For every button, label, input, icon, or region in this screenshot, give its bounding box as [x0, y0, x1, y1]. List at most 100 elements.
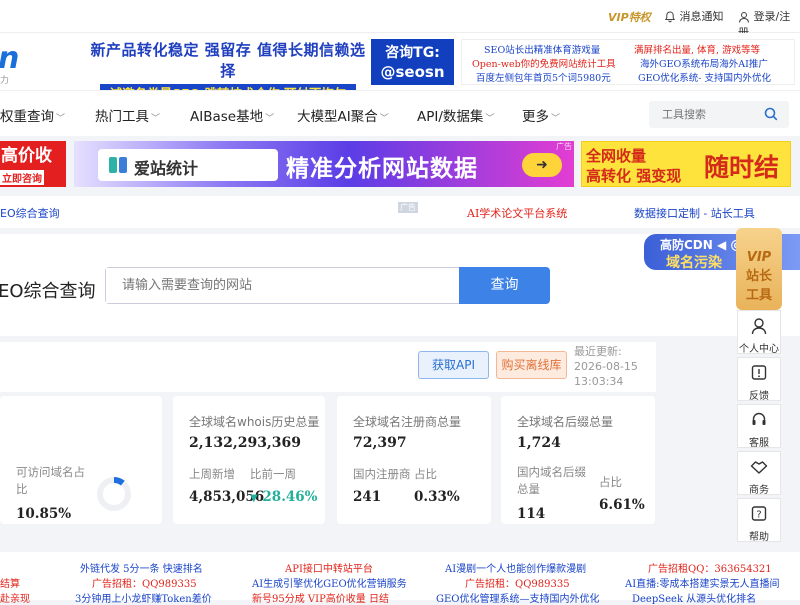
text-ad-link[interactable]: SEO站长出精准体育游戏量: [484, 42, 600, 56]
ad-high-price-buy[interactable]: 高价收 立即咨询: [0, 141, 66, 187]
side-help[interactable]: ? 帮助: [737, 498, 781, 543]
ad-tag: 广告: [556, 142, 572, 151]
stat-card-accessible: 可访问域名占比 10.85%: [0, 396, 162, 524]
text-ad-link[interactable]: DeepSeek 从源头优化排名: [632, 590, 756, 605]
stat-sub1-label: 国内域名后缀总量: [517, 465, 586, 496]
ad-tag: 广告: [398, 202, 418, 213]
data-api-link[interactable]: 数据接口定制 - 站长工具: [634, 205, 755, 221]
search-icon[interactable]: [764, 107, 778, 121]
banner2-line2: @seosn: [380, 63, 445, 81]
header: n 力 新产品转化稳定 强留存 值得长期信赖选择 诚邀各类量SEO 跳转技术合作…: [0, 33, 800, 103]
text-ad-link[interactable]: 外链代发 5分一条 快速排名: [80, 560, 203, 575]
text-ad-link[interactable]: AI生成引擎优化GEO优化营销服务: [252, 575, 407, 590]
text-ad-link[interactable]: 赴亲现: [0, 590, 30, 605]
text-ad-link[interactable]: 海外GEO系统布局海外AI推广: [640, 56, 768, 70]
ad-left-cta: 立即咨询: [0, 170, 44, 185]
quick-link-row: EO综合查询 广告 AI学术论文平台系统 数据接口定制 - 站长工具: [0, 196, 800, 228]
logo-subtitle: 力: [0, 76, 10, 86]
stat-label: 全球域名注册商总量: [353, 415, 462, 429]
banner1-line1: 新产品转化稳定 强留存 值得长期信赖选择: [90, 41, 366, 80]
nav-item-api-data[interactable]: API/数据集 ﹀: [417, 105, 494, 125]
accessible-donut-chart: [97, 477, 131, 511]
ad-right-line2: 高转化 强变现: [586, 167, 682, 185]
ai-paper-link[interactable]: AI学术论文平台系统: [467, 205, 567, 221]
stat-card-whois: 全球域名whois历史总量 2,132,293,369 上周新增 比前一周 4,…: [173, 396, 325, 524]
text-ad-link[interactable]: GEO优化系统- 支持国内外优化: [638, 70, 771, 84]
text-ad-link[interactable]: 新号95分成 VIP高价收量 日结: [252, 590, 389, 605]
text-ad-link[interactable]: 广告招租QQ：363654321: [648, 560, 772, 575]
nav-item-hot-tools[interactable]: 热门工具 ﹀: [95, 105, 160, 125]
nav-item-label: AIBase基地: [190, 109, 264, 125]
help-icon: ?: [751, 506, 767, 521]
text-ad-link[interactable]: 结算: [0, 575, 20, 590]
ad-left-title: 高价收: [1, 146, 52, 166]
ad-banner-row: 高价收 立即咨询 爱站统计 精准分析网站数据 ➜ 广告 全网收量 高转化 强变现…: [0, 138, 800, 192]
side-button-label: 帮助: [749, 532, 769, 543]
side-vip-line1: VIP: [746, 250, 772, 265]
text-ad-link[interactable]: API接口中转站平台: [285, 560, 373, 575]
nav-item-label: 更多: [522, 109, 549, 125]
ad-aizhan-stats[interactable]: 爱站统计 精准分析网站数据 ➜ 广告: [74, 141, 574, 187]
query-button[interactable]: 查询: [459, 267, 550, 304]
side-customer-service[interactable]: 客服: [737, 404, 781, 449]
stat-card-registrar: 全球域名注册商总量 72,397 国内注册商 占比 241 0.33%: [337, 396, 491, 524]
chevron-down-icon: ﹀: [151, 114, 161, 124]
site-logo[interactable]: n: [0, 41, 19, 76]
text-ad-link[interactable]: 广告招租：QQ989335: [465, 575, 570, 590]
text-ad-link[interactable]: 满屏排名出量, 体育, 游戏等等: [634, 42, 760, 56]
aizhan-logo-icon: [109, 157, 127, 173]
get-api-button[interactable]: 获取API: [418, 351, 489, 379]
side-business[interactable]: 商务: [737, 451, 781, 496]
triangle-down-icon: ▼: [250, 493, 258, 504]
vip-privilege-link[interactable]: VIP特权: [608, 9, 651, 25]
donut-track: [97, 477, 131, 511]
text-ad-link[interactable]: 百度左侧包年首页5个词5980元: [476, 70, 611, 84]
seo-query-link[interactable]: EO综合查询: [0, 205, 60, 221]
stat-sub2-value: 6.61%: [599, 497, 645, 513]
banner-tg-contact[interactable]: 咨询TG: @seosn: [371, 39, 454, 85]
side-vip-line2: 站长: [745, 269, 772, 284]
stat-growth: ▼ 28.46%: [250, 489, 318, 505]
text-ad-link[interactable]: Open-web你的免费网站统计工具: [472, 56, 616, 70]
notification-link[interactable]: 消息通知: [664, 8, 724, 24]
vip-webmaster-tools[interactable]: VIP 站长 工具: [736, 228, 782, 310]
side-feedback[interactable]: 反馈: [737, 357, 781, 402]
page-title: EO综合查询: [0, 281, 96, 302]
text-ad-link[interactable]: AI直播:零成本搭建实景无人直播间: [625, 575, 780, 590]
ad-network-traffic[interactable]: 全网收量 高转化 强变现 随时结: [581, 141, 791, 187]
stat-sub1-value: 114: [517, 506, 546, 522]
ad-right-line1: 全网收量: [586, 147, 647, 165]
text-ad-link[interactable]: 3分钟用上小龙虾赚Token差价: [75, 590, 212, 605]
nav-item-llm-ai[interactable]: 大模型AI聚合 ﹀: [297, 105, 389, 125]
stat-sub1-value: 241: [353, 489, 382, 505]
site-query-input[interactable]: [106, 268, 459, 303]
text-ad-link[interactable]: 广告招租：QQ989335: [92, 575, 197, 590]
nav-item-more[interactable]: 更多 ﹀: [522, 105, 560, 125]
nav-item-weight-query[interactable]: 权重查询 ﹀: [0, 105, 65, 125]
bottom-text-ads: 结算 赴亲现 外链代发 5分一条 快速排名 广告招租：QQ989335 3分钟用…: [0, 552, 800, 605]
buy-offline-db-button[interactable]: 购买离线库: [496, 351, 567, 379]
accessible-value: 10.85%: [16, 506, 72, 522]
nav-item-aibase[interactable]: AIBase基地 ﹀: [190, 105, 274, 125]
handshake-icon: [750, 461, 768, 474]
side-vip-line3: 工具: [745, 288, 772, 303]
tool-search-input[interactable]: [649, 101, 759, 128]
tool-search-box: [649, 101, 789, 128]
top-bar: VIP特权 消息通知 登录/注册: [0, 0, 800, 39]
nav-item-label: 权重查询: [0, 109, 54, 125]
updated-time: 13:03:34: [574, 375, 624, 388]
updated-label: 最近更新:: [574, 345, 622, 358]
banner-seo-cooperation[interactable]: 新产品转化稳定 强留存 值得长期信赖选择 诚邀各类量SEO 跳转技术合作 预付不…: [86, 39, 370, 103]
stat-value: 1,724: [517, 435, 561, 451]
last-updated: 最近更新: 2026-08-15 13:03:34: [574, 344, 638, 389]
text-ad-link[interactable]: AI漫剧一个人也能创作爆款漫剧: [445, 560, 586, 575]
side-personal-center[interactable]: 个人中心: [737, 310, 781, 355]
nav-item-label: 热门工具: [95, 109, 149, 125]
ad-mid-pill-text: 爱站统计: [134, 159, 199, 178]
text-ad-link[interactable]: GEO优化管理系统—支持国内外优化: [436, 590, 600, 605]
headset-icon: [752, 412, 766, 425]
stat-label: 全球域名后缀总量: [517, 415, 614, 429]
banner-text-ads: SEO站长出精准体育游戏量 满屏排名出量, 体育, 游戏等等 Open-web你…: [461, 39, 795, 85]
side-button-label: 个人中心: [739, 344, 779, 355]
side-button-label: 客服: [749, 438, 769, 449]
